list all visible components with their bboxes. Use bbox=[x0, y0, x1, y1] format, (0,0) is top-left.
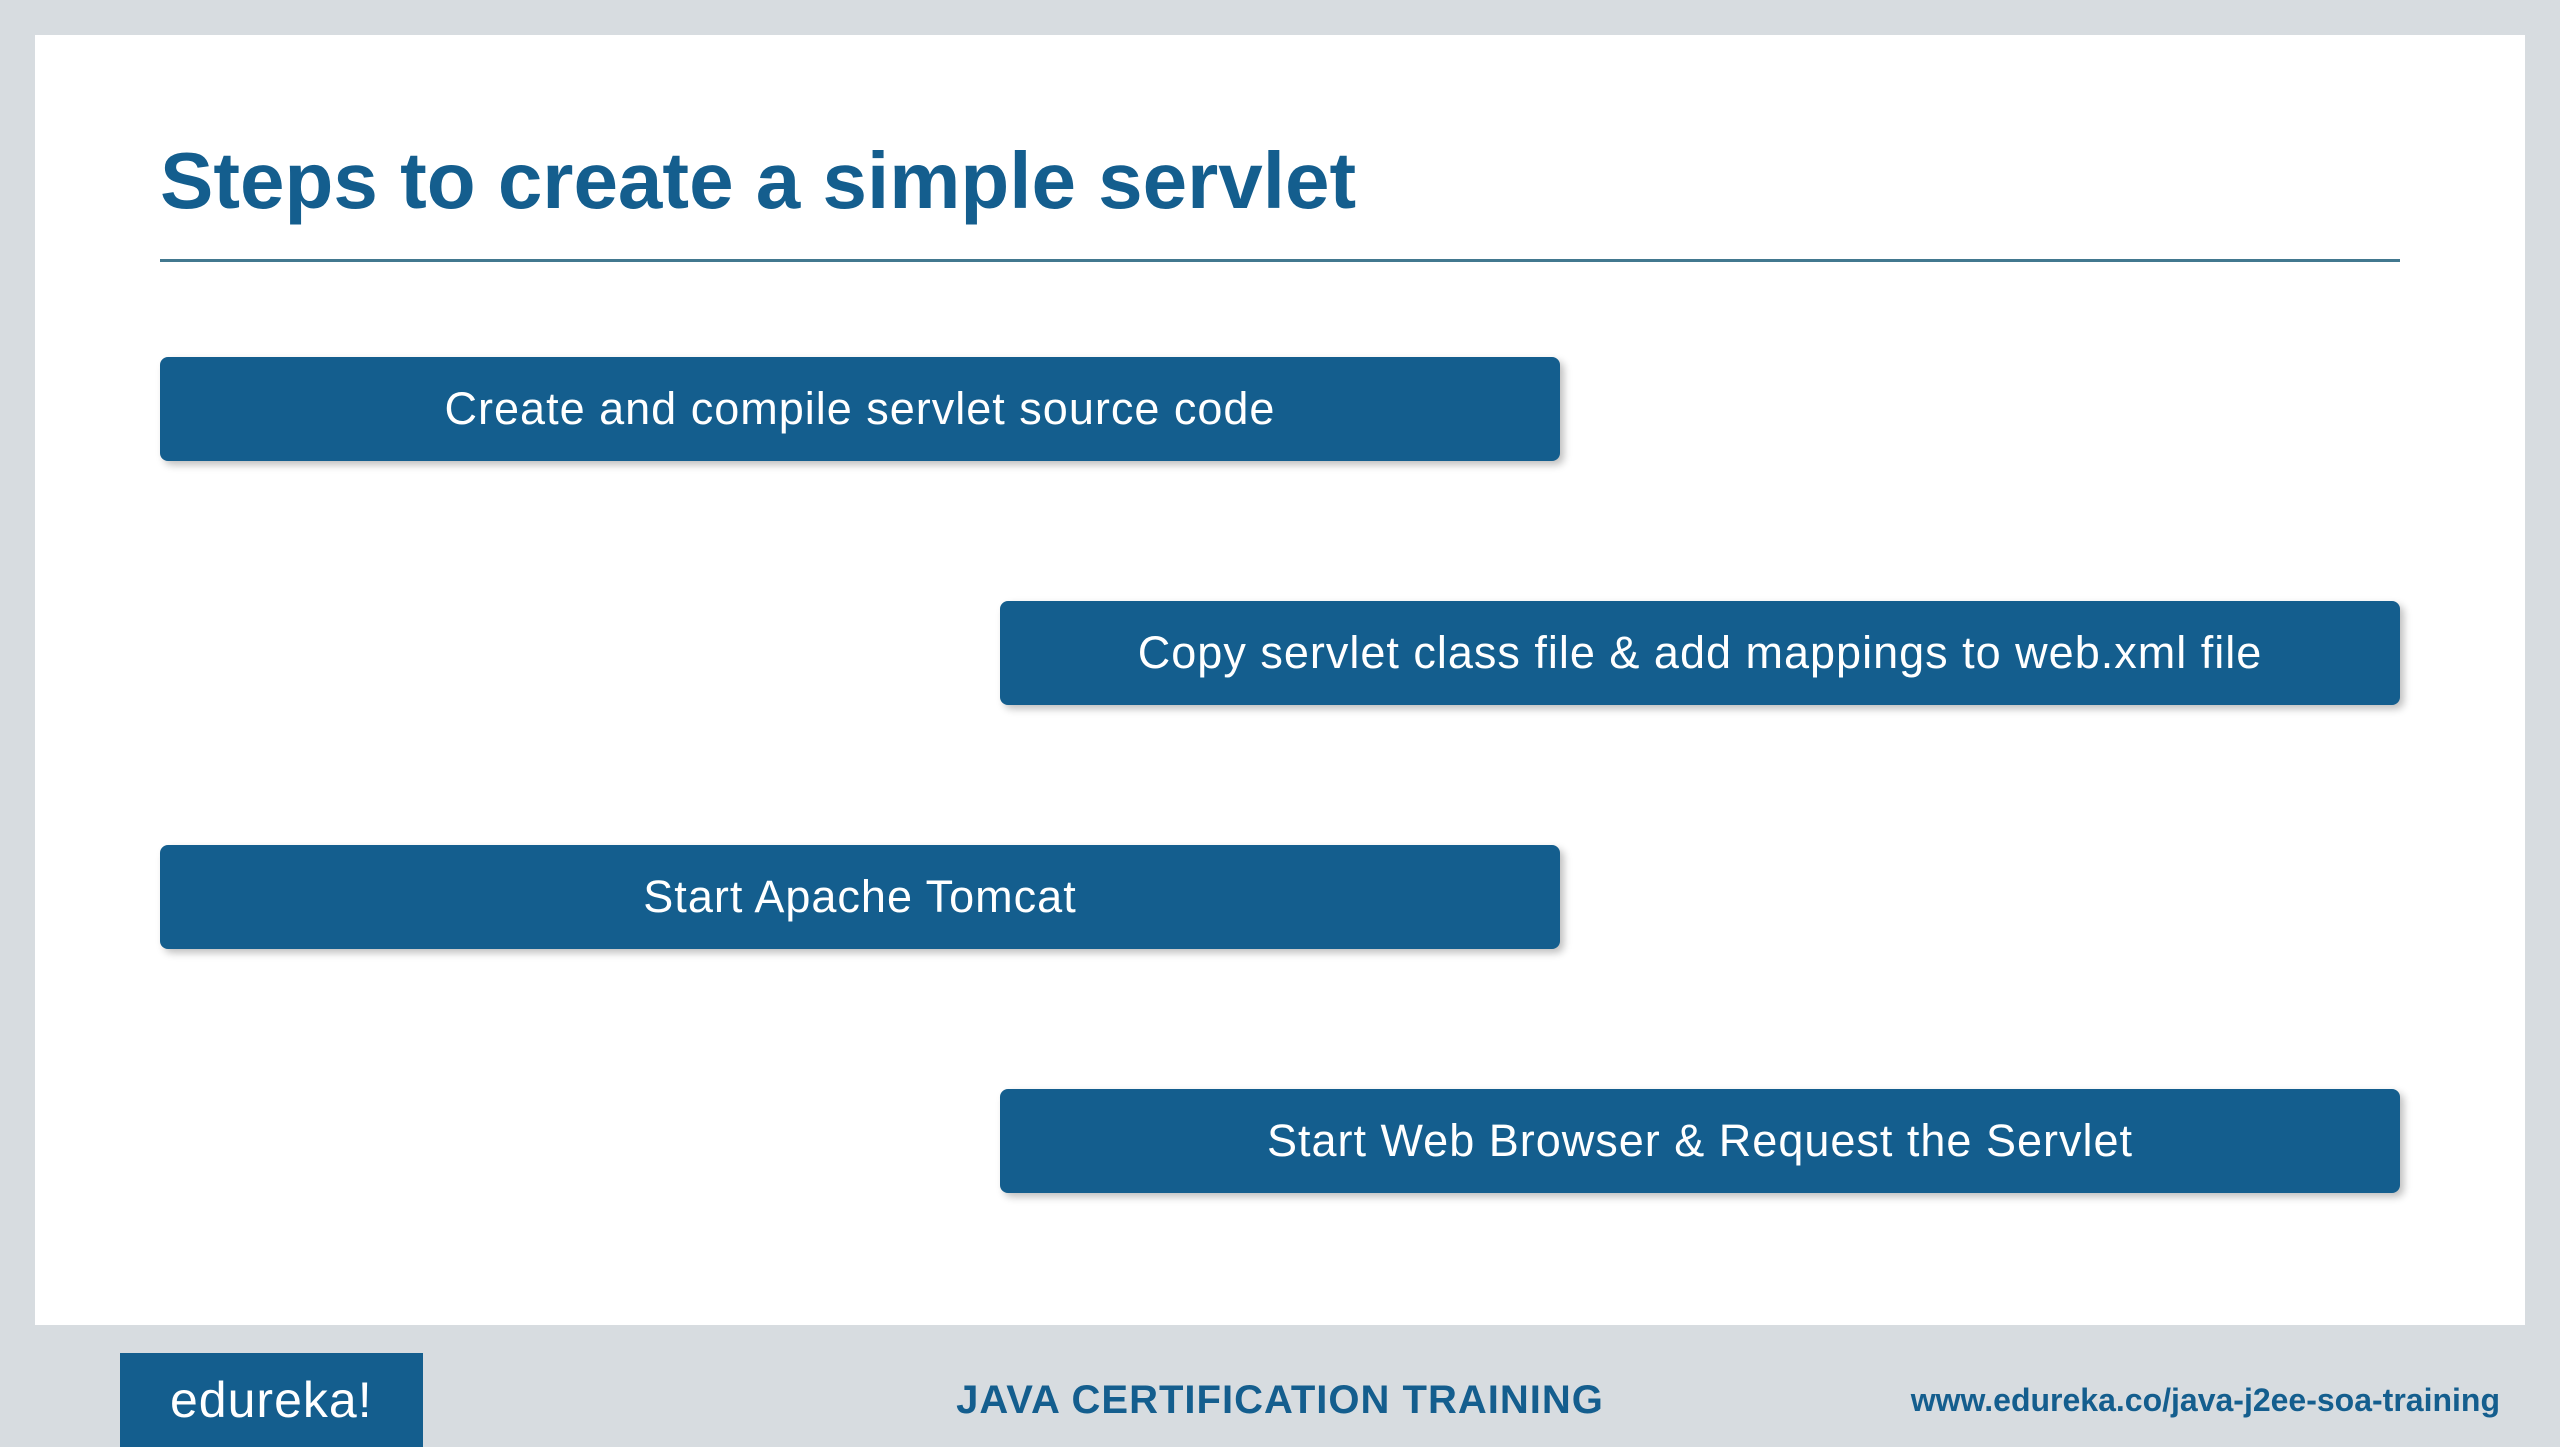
step-box-3: Start Apache Tomcat bbox=[160, 845, 1560, 949]
footer-url: www.edureka.co/java-j2ee-soa-training bbox=[1911, 1382, 2500, 1419]
brand-logo: edureka! bbox=[120, 1353, 423, 1447]
step-row-1: Create and compile servlet source code bbox=[160, 357, 2400, 461]
footer-bar: edureka! JAVA CERTIFICATION TRAINING www… bbox=[0, 1360, 2560, 1440]
slide: Steps to create a simple servlet Create … bbox=[35, 35, 2525, 1325]
step-row-2: Copy servlet class file & add mappings t… bbox=[160, 601, 2400, 705]
step-box-4: Start Web Browser & Request the Servlet bbox=[1000, 1089, 2400, 1193]
footer-course-title: JAVA CERTIFICATION TRAINING bbox=[956, 1378, 1604, 1423]
step-box-1: Create and compile servlet source code bbox=[160, 357, 1560, 461]
title-divider bbox=[160, 259, 2400, 262]
step-row-3: Start Apache Tomcat bbox=[160, 845, 2400, 949]
slide-title: Steps to create a simple servlet bbox=[160, 135, 2400, 227]
step-row-4: Start Web Browser & Request the Servlet bbox=[160, 1089, 2400, 1193]
step-box-2: Copy servlet class file & add mappings t… bbox=[1000, 601, 2400, 705]
